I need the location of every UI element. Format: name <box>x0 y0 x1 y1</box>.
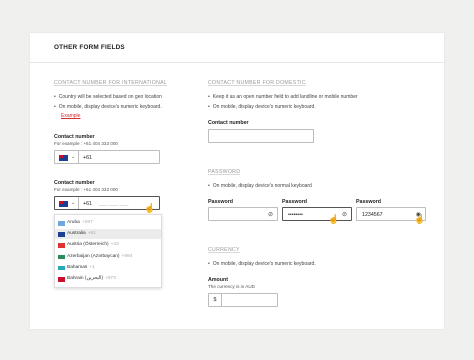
chevron-down-icon[interactable]: ⌄ <box>71 154 75 160</box>
intl-contact-field-1[interactable]: ⌄ +61 <box>54 150 160 164</box>
card-title: OTHER FORM FIELDS <box>54 44 125 51</box>
flag-icon <box>58 221 65 226</box>
country-option[interactable]: Bahrain (‫البحرين‬‎) +973 <box>55 274 161 284</box>
australia-flag-icon[interactable] <box>59 155 68 161</box>
flag-icon <box>58 277 65 282</box>
domestic-bullet-2: On mobile, display device's numeric keyb… <box>208 104 316 110</box>
domestic-contact-label: Contact number <box>208 120 249 126</box>
currency-bullet-1: On mobile, display device's numeric keyb… <box>208 261 316 267</box>
password-label-1: Password <box>208 199 234 205</box>
intl-bullet-2: On mobile, display device's numeric keyb… <box>54 104 162 110</box>
country-option[interactable]: Austria (Österreich) +43 <box>55 240 161 250</box>
hand-pointer-icon: ☝ <box>328 214 340 224</box>
password-label-3: Password <box>356 199 382 205</box>
chevron-down-icon[interactable]: ⌄ <box>71 200 75 206</box>
domestic-contact-field[interactable] <box>208 129 314 143</box>
country-name: Australia <box>67 231 86 237</box>
flag-icon <box>58 265 65 271</box>
currency-prefix: $ <box>209 294 222 306</box>
currency-section-title: CURRENCY <box>208 247 240 253</box>
country-code: +297 <box>81 220 93 225</box>
country-option[interactable]: Bahamas +1 <box>55 263 161 273</box>
amount-label: Amount <box>208 277 229 283</box>
password-section-title: PASSWORD <box>208 169 241 175</box>
domestic-bullet-1: Keep it as an open number field to add l… <box>208 94 358 100</box>
country-code: +61 <box>87 231 96 237</box>
password-field-2[interactable]: •••••••• ⊘ <box>282 207 352 221</box>
country-code: +43 <box>110 242 119 248</box>
password-value-3: 1234567 <box>362 211 383 218</box>
flag-icon <box>58 232 65 237</box>
intl-contact-label-2: Contact number <box>54 180 95 186</box>
password-field-1[interactable]: ⊘ <box>208 207 278 221</box>
intl-contact-placeholder-2: ___ ___ ___ <box>99 200 129 207</box>
amount-hint: The currency is in AUD <box>208 284 255 289</box>
eye-slash-icon[interactable]: ⊘ <box>268 211 273 218</box>
amount-field[interactable]: $ <box>208 293 278 307</box>
country-name: Azerbaijan (Azərbaycan) <box>67 253 120 259</box>
country-option[interactable]: Australia +61 <box>55 229 161 240</box>
country-code: +1 <box>89 264 95 270</box>
country-code: +994 <box>121 253 133 259</box>
country-option[interactable]: Aruba +297 <box>55 218 161 228</box>
example-link[interactable]: Example <box>61 113 80 119</box>
intl-contact-hint-2: For example : +61 404 333 000 <box>54 187 118 192</box>
country-name: Austria (Österreich) <box>67 242 109 248</box>
intl-contact-value-1: +61 <box>83 154 92 161</box>
domestic-section-title: CONTACT NUMBER FOR DOMESTIC <box>208 80 306 86</box>
password-value-2: •••••••• <box>288 211 303 218</box>
intl-section-title: CONTACT NUMBER FOR INTERNATIONAL <box>54 80 168 86</box>
australia-flag-icon[interactable] <box>59 201 68 207</box>
hand-pointer-icon: ☝ <box>414 214 426 224</box>
password-label-2: Password <box>282 199 308 205</box>
flag-icon <box>58 243 65 248</box>
country-dropdown[interactable]: Aruba +297 Australia +61 Austria (Österreich… <box>54 214 162 288</box>
intl-contact-label-1: Contact number <box>54 134 95 140</box>
password-bullet-1: On mobile, display device's normal keybo… <box>208 183 312 189</box>
intl-contact-prefix-2: +61 <box>83 200 92 207</box>
country-option[interactable]: Azerbaijan (Azərbaycan) +994 <box>55 252 161 262</box>
card-header: OTHER FORM FIELDS <box>30 33 444 63</box>
flag-icon <box>58 254 65 260</box>
country-name: Aruba <box>67 220 80 225</box>
country-code: +973 <box>105 276 116 281</box>
intl-contact-hint-1: For example : +61 404 333 000 <box>54 141 118 146</box>
hand-pointer-icon: ☝ <box>144 203 156 213</box>
country-name: Bahamas <box>67 264 88 270</box>
intl-bullet-1: Country will be selected based on geo lo… <box>54 94 162 100</box>
eye-slash-icon[interactable]: ⊘ <box>342 211 347 218</box>
country-name: Bahrain (‫البحرين‬‎) <box>67 276 104 281</box>
